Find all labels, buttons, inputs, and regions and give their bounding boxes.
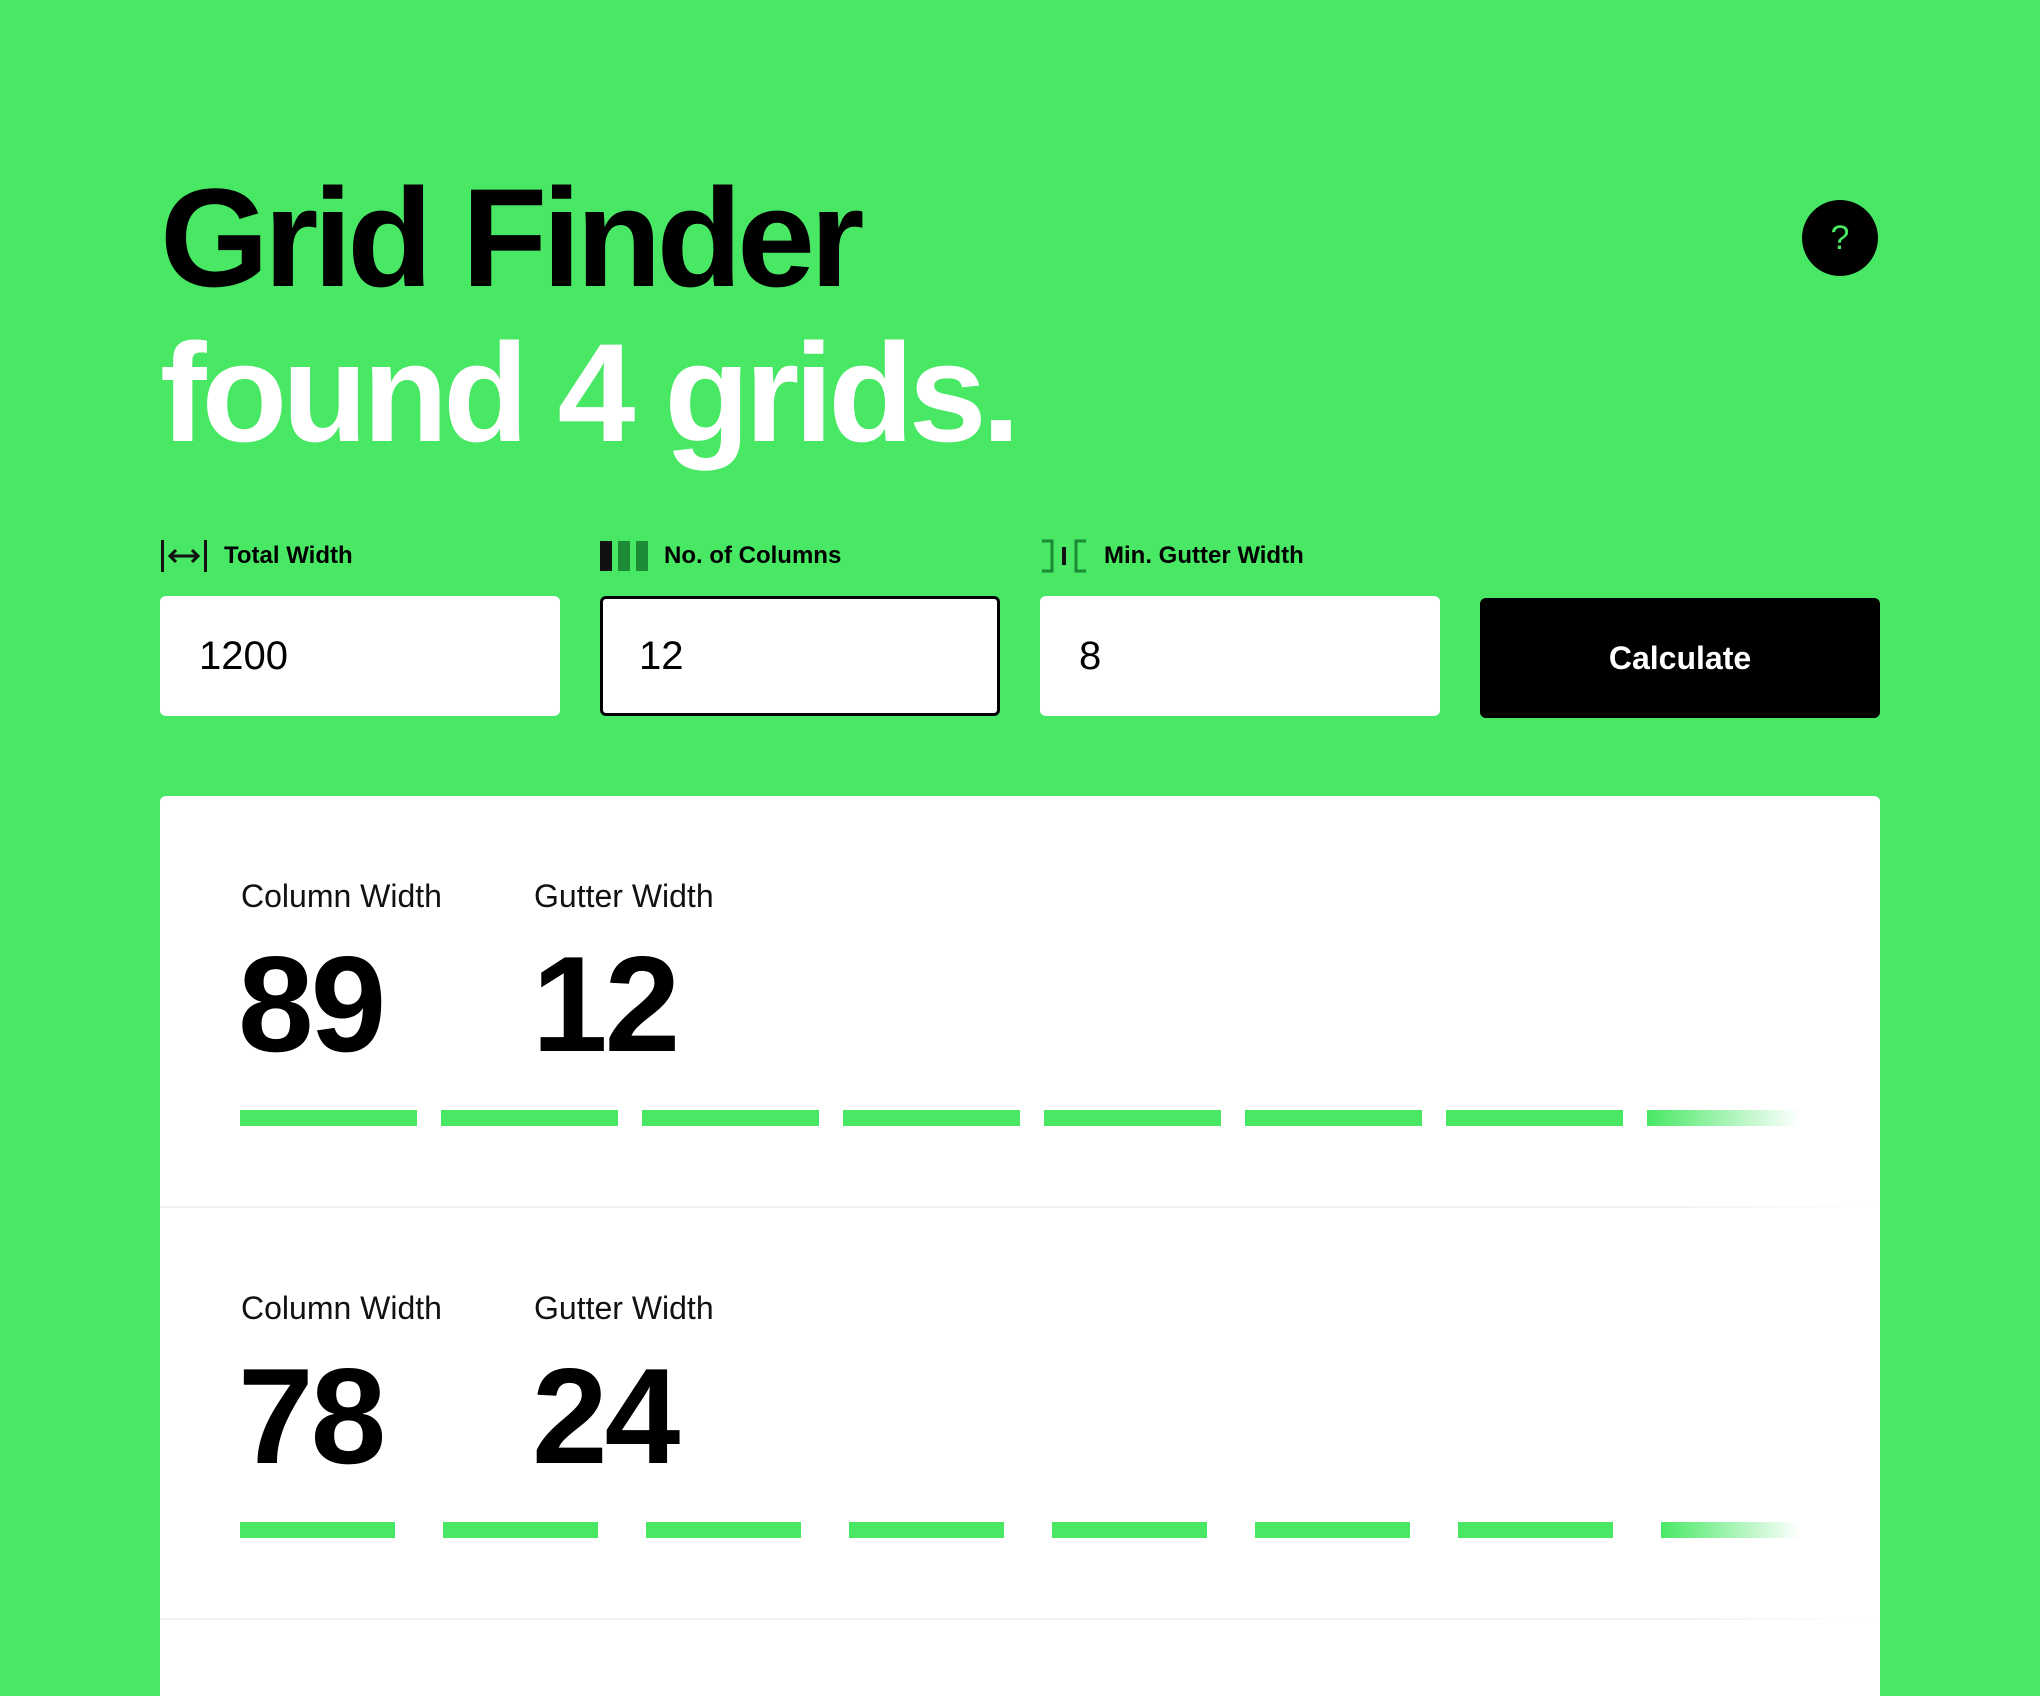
- grid-column-bar: [240, 1110, 418, 1126]
- gutter-width-label: Gutter Width: [534, 1290, 714, 1326]
- columns-label-group: No. of Columns: [600, 536, 841, 576]
- grid-column-bar: [641, 1110, 820, 1126]
- gutter-label-group: Min. Gutter Width: [1040, 536, 1304, 576]
- gutter-width-value: 12: [532, 928, 680, 1080]
- result-row[interactable]: Column Width Gutter Width 89 12: [160, 796, 1880, 1208]
- page-subtitle: found 4 grids.: [160, 314, 1021, 471]
- help-button[interactable]: ?: [1802, 200, 1878, 276]
- total-width-icon: [161, 540, 207, 572]
- gutter-input[interactable]: [1040, 596, 1440, 716]
- grid-column-bar: [645, 1522, 802, 1538]
- grid-column-bar: [1660, 1522, 1800, 1538]
- question-mark-icon: ?: [1830, 219, 1850, 257]
- result-row[interactable]: Column Width Gutter Width 78 24: [160, 1208, 1880, 1620]
- grid-column-bar: [442, 1522, 599, 1538]
- grid-column-bar: [1254, 1522, 1411, 1538]
- grid-column-bar: [848, 1522, 1005, 1538]
- column-width-value: 78: [238, 1340, 386, 1492]
- column-width-value: 89: [238, 928, 386, 1080]
- gutter-label: Min. Gutter Width: [1104, 542, 1304, 569]
- page-title: Grid Finder: [160, 159, 864, 316]
- grid-column-bar: [440, 1110, 619, 1126]
- columns-input[interactable]: [600, 596, 1000, 716]
- gutter-width-value: 24: [532, 1340, 680, 1492]
- grid-column-bar: [1646, 1110, 1800, 1126]
- gutter-width-label: Gutter Width: [534, 878, 714, 914]
- results-panel: Column Width Gutter Width 89 12 Column W…: [160, 796, 1880, 1696]
- grid-column-bar: [240, 1522, 396, 1538]
- grid-column-bar: [1244, 1110, 1423, 1126]
- grid-column-bar: [1043, 1110, 1222, 1126]
- column-width-label: Column Width: [241, 878, 442, 914]
- grid-column-bar: [1457, 1522, 1614, 1538]
- grid-preview: [240, 1522, 1800, 1538]
- columns-label: No. of Columns: [664, 542, 842, 569]
- grid-column-bar: [1445, 1110, 1624, 1126]
- calculate-button[interactable]: Calculate: [1480, 598, 1880, 718]
- grid-column-bar: [842, 1110, 1021, 1126]
- columns-icon: [600, 541, 648, 571]
- total-width-label-group: Total Width: [160, 536, 353, 576]
- row-divider: [160, 1618, 1880, 1620]
- gutter-icon: [1042, 539, 1086, 573]
- total-width-input[interactable]: [160, 596, 560, 716]
- total-width-label: Total Width: [224, 542, 353, 569]
- grid-preview: [240, 1110, 1800, 1126]
- grid-column-bar: [1051, 1522, 1208, 1538]
- column-width-label: Column Width: [241, 1290, 442, 1326]
